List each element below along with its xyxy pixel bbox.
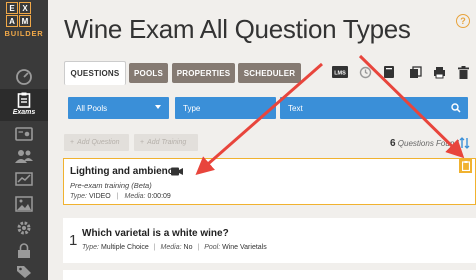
pool-value: Wine Varietals — [222, 244, 267, 251]
add-question-label: Add Question — [77, 139, 120, 146]
pools-filter-value: All Pools — [76, 103, 108, 113]
questions-found-label: Questions Found — [397, 139, 459, 148]
tab-pools[interactable]: POOLS — [129, 63, 168, 83]
exam-builder-logo[interactable]: E X A M BUILDER — [2, 2, 46, 38]
sidebar-item-dashboard[interactable] — [0, 68, 48, 86]
tab-properties[interactable]: PROPERTIES — [172, 63, 235, 83]
questions-count: 6 — [390, 138, 396, 149]
sidebar-item-tags[interactable] — [0, 265, 48, 279]
text-search-placeholder: Text — [288, 103, 303, 113]
sort-icon[interactable] — [459, 137, 470, 149]
question-meta: Type: Multiple Choice | Media: No | Pool… — [82, 244, 267, 251]
sidebar-item-label: Exams — [12, 109, 36, 116]
certificate-icon — [15, 127, 33, 141]
logo-letter: E — [6, 2, 18, 14]
users-icon — [15, 150, 33, 163]
logo-text: BUILDER — [4, 29, 44, 38]
plus-icon: + — [140, 139, 145, 146]
media-label: Media: — [124, 193, 146, 200]
type-filter-value: Type — [183, 103, 201, 113]
type-label: Type: — [82, 244, 99, 251]
question-card[interactable]: 1 Which varietal is a white wine? Type: … — [63, 218, 476, 263]
question-card[interactable] — [63, 270, 476, 280]
lock-icon — [18, 243, 30, 258]
search-icon[interactable] — [451, 103, 461, 113]
plus-icon: + — [70, 139, 75, 146]
pool-label: Pool: — [204, 244, 221, 251]
logo-letter: X — [19, 2, 31, 14]
type-label: Type: — [70, 193, 87, 200]
add-training-label: Add Training — [147, 139, 187, 146]
logo-letter: A — [6, 15, 18, 27]
dashboard-gauge-icon — [16, 69, 32, 85]
image-icon — [15, 196, 33, 212]
logo-letter: M — [19, 15, 31, 27]
tab-questions[interactable]: QUESTIONS — [64, 61, 126, 85]
print-icon[interactable] — [432, 65, 446, 79]
lms-label: LMS — [334, 71, 346, 77]
clipboard-icon — [17, 92, 31, 108]
chart-icon — [15, 172, 33, 186]
caret-down-icon — [155, 105, 161, 109]
training-title: Lighting and ambience — [70, 166, 179, 177]
pools-filter-select[interactable]: All Pools — [68, 97, 169, 119]
tag-icon — [17, 266, 31, 278]
question-title: Which varietal is a white wine? — [82, 228, 229, 239]
sidebar-item-settings[interactable] — [0, 220, 48, 236]
logo-spacer — [32, 2, 44, 14]
sidebar: E X A M BUILDER Exams — [0, 0, 48, 280]
type-filter-select[interactable]: Type — [175, 97, 276, 119]
text-search-input[interactable]: Text — [280, 97, 468, 119]
question-number: 1 — [69, 232, 78, 249]
training-item-card[interactable]: Lighting and ambience Pre-exam training … — [63, 158, 476, 205]
logo-spacer — [32, 15, 44, 27]
sidebar-item-media[interactable] — [0, 196, 48, 212]
gear-icon — [17, 221, 31, 235]
media-value: 0:00:09 — [147, 193, 171, 200]
history-icon[interactable] — [358, 65, 372, 79]
clipboard-badge-icon[interactable] — [459, 159, 472, 173]
sidebar-item-lock[interactable] — [0, 243, 48, 259]
media-label: Media: — [160, 244, 182, 251]
trash-icon[interactable] — [456, 65, 470, 79]
questions-found-count: 6 Questions Found — [390, 138, 459, 149]
tab-scheduler[interactable]: SCHEDULER — [238, 63, 301, 83]
sidebar-item-reports[interactable] — [0, 172, 48, 188]
sidebar-item-certificates[interactable] — [0, 126, 48, 142]
video-camera-icon — [171, 167, 183, 176]
sidebar-item-exams[interactable]: Exams — [0, 89, 48, 121]
help-icon[interactable]: ? — [456, 14, 470, 28]
book-icon[interactable] — [382, 65, 396, 79]
add-training-button[interactable]: + Add Training — [134, 134, 198, 151]
sidebar-item-users[interactable] — [0, 148, 48, 164]
training-subtitle: Pre-exam training (Beta) — [70, 181, 152, 190]
lms-icon[interactable]: LMS — [332, 65, 348, 79]
type-value: Multiple Choice — [100, 244, 149, 251]
media-value: No — [183, 244, 193, 251]
type-value: VIDEO — [88, 193, 111, 200]
page-title: Wine Exam All Question Types — [64, 14, 411, 44]
copy-icon[interactable] — [408, 65, 422, 79]
training-meta: Type: VIDEO | Media: 0:00:09 — [70, 193, 171, 200]
add-question-button[interactable]: + Add Question — [64, 134, 129, 151]
